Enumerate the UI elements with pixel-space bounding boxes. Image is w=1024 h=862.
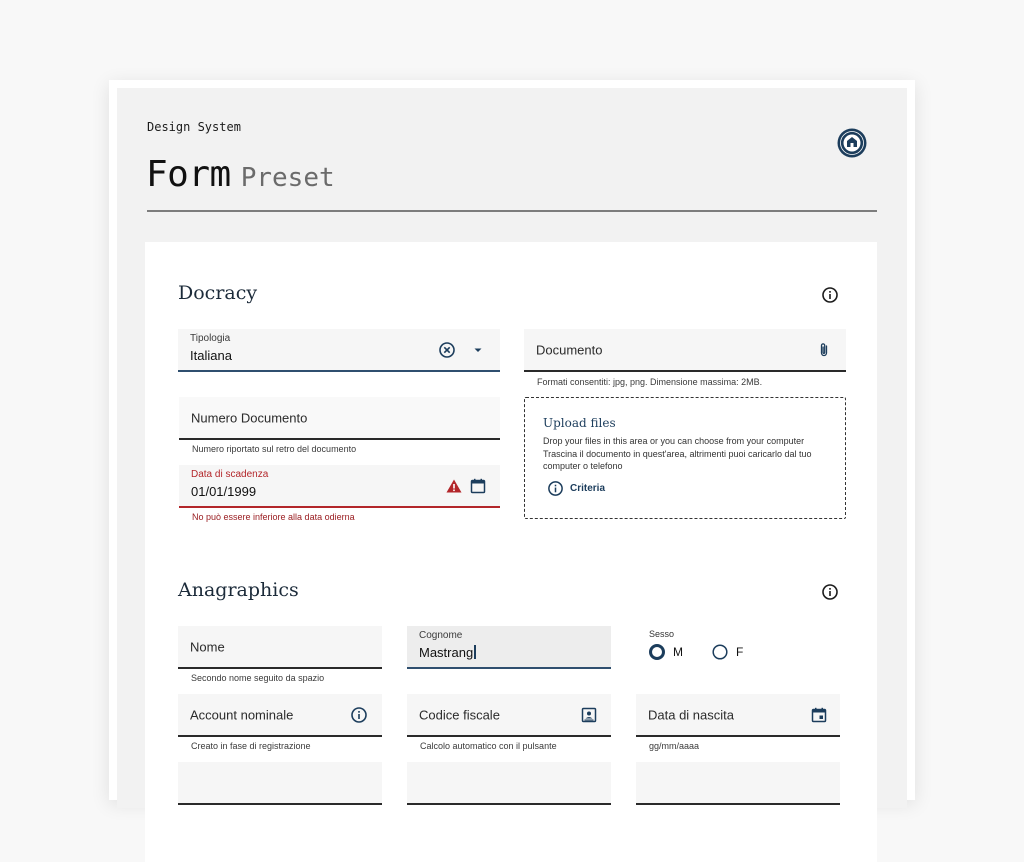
data-nascita-helper: gg/mm/aaaa — [649, 741, 700, 751]
form-panel: Docracy Tipologia Italiana Documento For… — [145, 242, 877, 862]
preset-card: Design System Form Preset Docracy Tipolog… — [109, 80, 915, 862]
nome-placeholder: Nome — [190, 639, 225, 654]
data-nascita-placeholder: Data di nascita — [648, 707, 734, 722]
eyebrow-label: Design System — [147, 120, 241, 134]
info-icon[interactable] — [350, 706, 368, 724]
criteria-label: Criteria — [570, 483, 606, 494]
form-sheet: Design System Form Preset Docracy Tipolog… — [117, 88, 907, 862]
info-icon[interactable] — [821, 286, 839, 304]
header-divider — [147, 210, 877, 212]
numero-documento-input[interactable]: Numero Documento — [179, 397, 500, 440]
nome-helper: Secondo nome seguito da spazio — [191, 673, 325, 683]
sesso-label: Sesso — [649, 629, 675, 639]
upload-dropzone[interactable]: Upload files Drop your files in this are… — [524, 397, 846, 519]
cognome-value-wrap: Mastrang — [419, 645, 476, 660]
title-sub: Preset — [240, 163, 335, 193]
data-nascita-input[interactable]: Data di nascita — [636, 694, 840, 737]
radio-unchecked-icon — [712, 644, 728, 660]
title-main: Form — [146, 154, 231, 195]
account-helper: Creato in fase di registrazione — [191, 741, 311, 751]
chevron-down-icon[interactable] — [469, 341, 487, 359]
next-row-field-1[interactable] — [178, 762, 382, 805]
criteria-link[interactable]: Criteria — [547, 480, 605, 497]
tipologia-value: Italiana — [190, 348, 232, 363]
codice-fiscale-helper: Calcolo automatico con il pulsante — [420, 741, 557, 751]
account-input[interactable]: Account nominale — [178, 694, 382, 737]
id-card-icon[interactable] — [580, 706, 598, 724]
upload-line-it: Trascina il documento in quest'area, alt… — [543, 448, 812, 472]
account-placeholder: Account nominale — [190, 707, 294, 722]
numero-documento-placeholder: Numero Documento — [191, 410, 308, 425]
warning-icon — [446, 479, 462, 492]
info-icon[interactable] — [821, 583, 839, 601]
data-scadenza-label: Data di scadenza — [191, 469, 269, 480]
documento-helper: Formati consentiti: jpg, png. Dimensione… — [537, 377, 763, 387]
calendar-icon[interactable] — [810, 706, 828, 724]
data-scadenza-error: No può essere inferiore alla data odiern… — [192, 512, 355, 522]
upload-description: Drop your files in this area or you can … — [543, 435, 833, 473]
tipologia-select[interactable]: Tipologia Italiana — [178, 329, 500, 372]
clear-icon[interactable] — [438, 341, 456, 359]
documento-placeholder: Documento — [536, 342, 603, 357]
text-cursor — [474, 645, 476, 659]
calendar-icon[interactable] — [469, 477, 487, 495]
cognome-value: Mastrang — [419, 645, 474, 660]
tipologia-label: Tipologia — [190, 333, 231, 344]
radio-f[interactable]: F — [712, 644, 743, 660]
radio-f-label: F — [736, 645, 744, 659]
radio-m-label: M — [673, 645, 683, 659]
upload-title: Upload files — [543, 416, 616, 430]
data-scadenza-value: 01/01/1999 — [191, 484, 257, 499]
radio-m[interactable]: M — [649, 644, 683, 660]
documento-file-field[interactable]: Documento — [524, 329, 846, 372]
upload-line-en: Drop your files in this area or you can … — [543, 436, 805, 446]
numero-documento-helper: Numero riportato sul retro del documento — [192, 444, 357, 454]
page-title: Form Preset — [146, 154, 335, 195]
codice-fiscale-input[interactable]: Codice fiscale — [407, 694, 611, 737]
cognome-input[interactable]: Cognome Mastrang — [407, 626, 611, 669]
paperclip-icon[interactable] — [815, 341, 833, 359]
brand-seal-icon — [837, 128, 867, 158]
nome-input[interactable]: Nome — [178, 626, 382, 669]
section-title-docracy: Docracy — [178, 282, 258, 304]
section-title-anagraphics: Anagraphics — [178, 579, 299, 601]
data-scadenza-input[interactable]: Data di scadenza 01/01/1999 — [179, 465, 500, 508]
info-icon — [548, 481, 563, 496]
next-row-field-2[interactable] — [407, 762, 611, 805]
cognome-label: Cognome — [419, 630, 463, 641]
next-row-field-3[interactable] — [636, 762, 840, 805]
radio-checked-icon — [649, 644, 665, 660]
codice-fiscale-placeholder: Codice fiscale — [419, 707, 500, 722]
